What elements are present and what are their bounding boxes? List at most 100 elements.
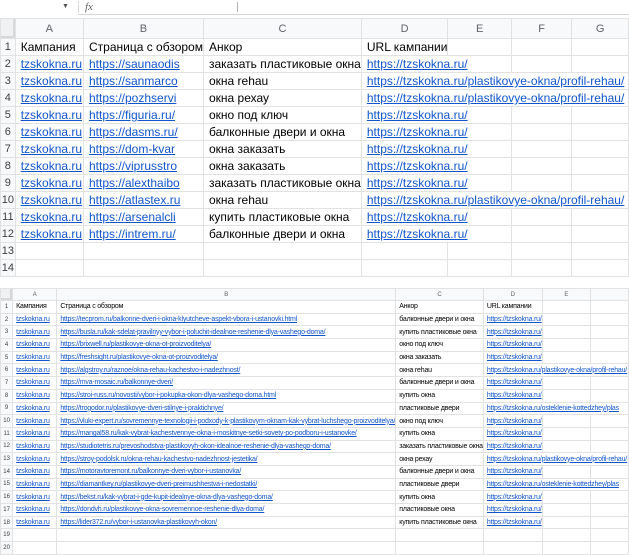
cell-link[interactable]: tzskokna.ru bbox=[21, 210, 82, 224]
cell[interactable]: купить пластиковые окна bbox=[396, 516, 484, 529]
cell-link[interactable]: https://motoravtoremont.ru/balkonnye-dve… bbox=[60, 468, 241, 475]
cell[interactable] bbox=[542, 516, 591, 529]
cell[interactable]: купить пластиковые окна bbox=[396, 326, 484, 339]
cell[interactable]: купить окна bbox=[396, 389, 484, 402]
row-header-5[interactable]: 5 bbox=[1, 351, 13, 364]
cell[interactable]: tzskokna.ru bbox=[13, 389, 57, 402]
column-header-C[interactable]: C bbox=[396, 289, 484, 301]
row-header-7[interactable]: 7 bbox=[1, 141, 16, 158]
cell-link[interactable]: https://intrem.ru/ bbox=[89, 227, 176, 241]
cell[interactable]: Кампания bbox=[15, 39, 83, 56]
cell-link[interactable]: https://busla.ru/kak-sdelat-pravilnyy-vy… bbox=[60, 329, 325, 336]
cell-link[interactable]: tzskokna.ru bbox=[21, 142, 82, 156]
cell-link[interactable]: https://tzskokna.ru/ bbox=[487, 329, 542, 336]
cell-link[interactable]: https://tzskokna.ru/ bbox=[487, 392, 542, 399]
row-header-20[interactable]: 20 bbox=[1, 542, 13, 555]
cell[interactable] bbox=[396, 529, 484, 542]
cell[interactable] bbox=[511, 175, 571, 192]
cell[interactable]: https://dondvh.ru/plastikovye-okna-sovre… bbox=[57, 504, 396, 517]
cell-link[interactable]: tzskokna.ru bbox=[16, 456, 50, 463]
row-header-14[interactable]: 14 bbox=[1, 465, 13, 478]
cell[interactable]: балконные двери и окна bbox=[396, 313, 484, 326]
cell[interactable] bbox=[542, 377, 591, 390]
cell[interactable]: балконные двери и окна bbox=[203, 124, 361, 141]
cell[interactable] bbox=[572, 158, 629, 175]
cell[interactable] bbox=[572, 107, 629, 124]
cell[interactable]: окна заказать bbox=[203, 141, 361, 158]
cell[interactable]: tzskokna.ru bbox=[13, 313, 57, 326]
cell-link[interactable]: tzskokna.ru bbox=[21, 176, 82, 190]
cell-link[interactable]: https://tzskokna.ru/ bbox=[487, 379, 542, 386]
row-header-16[interactable]: 16 bbox=[1, 491, 13, 504]
cell[interactable]: балконные двери и окна bbox=[396, 377, 484, 390]
cell[interactable]: https://tzskokna.ru/ bbox=[483, 313, 542, 326]
cell[interactable] bbox=[542, 504, 591, 517]
cell-link[interactable]: https://mangal58.ru/kak-vybrat-kachestve… bbox=[60, 430, 356, 437]
cell[interactable] bbox=[511, 243, 571, 260]
cell-link[interactable]: tzskokna.ru bbox=[16, 379, 50, 386]
cell[interactable]: tzskokna.ru bbox=[15, 90, 83, 107]
cell-link[interactable]: https://tzskokna.ru/ bbox=[367, 142, 468, 156]
cell[interactable] bbox=[572, 209, 629, 226]
cell[interactable]: https://tzskokna.ru/ bbox=[483, 326, 542, 339]
column-header-partial[interactable] bbox=[591, 289, 629, 301]
cell[interactable]: пластиковые двери bbox=[396, 478, 484, 491]
cell[interactable] bbox=[542, 542, 591, 555]
row-header-10[interactable]: 10 bbox=[1, 192, 16, 209]
row-header-15[interactable]: 15 bbox=[1, 478, 13, 491]
cell[interactable] bbox=[483, 542, 542, 555]
cell[interactable]: https://brixwell.ru/plastikovye-okna-ot-… bbox=[57, 339, 396, 352]
cell[interactable] bbox=[57, 542, 396, 555]
name-box-dropdown-icon[interactable]: ▼ bbox=[62, 1, 69, 13]
cell[interactable]: https://tecprom.ru/balkonne-dveri-i-okna… bbox=[57, 313, 396, 326]
cell-link[interactable]: https://arsenalcli bbox=[89, 210, 176, 224]
cell[interactable]: купить окна bbox=[396, 427, 484, 440]
cell[interactable] bbox=[511, 39, 571, 56]
select-all-corner[interactable] bbox=[1, 289, 13, 301]
row-header-5[interactable]: 5 bbox=[1, 107, 16, 124]
cell-link[interactable]: tzskokna.ru bbox=[21, 159, 82, 173]
cell[interactable] bbox=[511, 209, 571, 226]
cell-link[interactable]: tzskokna.ru bbox=[21, 227, 82, 241]
cell[interactable]: https://tzskokna.ru/plastikovye-okna/pro… bbox=[361, 192, 628, 209]
cell[interactable]: tzskokna.ru bbox=[15, 192, 83, 209]
row-header-1[interactable]: 1 bbox=[1, 39, 16, 56]
cell[interactable] bbox=[448, 39, 512, 56]
cell[interactable]: tzskokna.ru bbox=[13, 415, 57, 428]
cell[interactable]: https://tzskokna.ru/ bbox=[361, 158, 511, 175]
cell[interactable] bbox=[83, 260, 203, 277]
cell-link[interactable]: https://mva-mosaic.ru/balkonnye-dveri/ bbox=[60, 379, 173, 386]
cell-link[interactable]: https://tzskokna.ru/ bbox=[487, 519, 542, 526]
cell-link[interactable]: https://pozhservi bbox=[89, 91, 176, 105]
cell[interactable]: https://stroy-podolsk.ru/okna-rehau-kach… bbox=[57, 453, 396, 466]
cell[interactable]: tzskokna.ru bbox=[13, 504, 57, 517]
cell-link[interactable]: tzskokna.ru bbox=[16, 405, 50, 412]
cell[interactable]: https://tzskokna.ru/ bbox=[483, 427, 542, 440]
cell[interactable]: https://motoravtoremont.ru/balkonnye-dve… bbox=[57, 465, 396, 478]
cell[interactable]: tzskokna.ru bbox=[13, 427, 57, 440]
cell[interactable]: https://atlastex.ru bbox=[83, 192, 203, 209]
cell[interactable]: tzskokna.ru bbox=[13, 326, 57, 339]
cell[interactable]: https://tzskokna.ru/plastikovye-okna/pro… bbox=[483, 453, 628, 466]
cell-link[interactable]: tzskokna.ru bbox=[16, 494, 50, 501]
cell[interactable]: https://algstroy.ru/raznoe/okna-rehau-ka… bbox=[57, 364, 396, 377]
cell-link[interactable]: https://tzskokna.ru/ bbox=[487, 430, 542, 437]
cell-link[interactable]: https://diamantkey.ru/plastikovye-dveri-… bbox=[60, 481, 257, 488]
column-header-E[interactable]: E bbox=[448, 19, 512, 39]
cell[interactable] bbox=[542, 427, 591, 440]
cell[interactable]: https://pozhservi bbox=[83, 90, 203, 107]
cell[interactable]: пластиковые двери bbox=[396, 402, 484, 415]
cell[interactable] bbox=[591, 504, 629, 517]
cell-link[interactable]: https://tzskokna.ru/ bbox=[487, 506, 542, 513]
row-header-11[interactable]: 11 bbox=[1, 427, 13, 440]
cell[interactable]: окно под ключ bbox=[396, 339, 484, 352]
cell[interactable] bbox=[511, 226, 571, 243]
cell-link[interactable]: https://tzskokna.ru/ bbox=[367, 57, 468, 71]
cell[interactable]: https://lider372.ru/vybor-i-ustanovka-pl… bbox=[57, 516, 396, 529]
cell-link[interactable]: https://studiotetris.ru/prevoshodstva-pl… bbox=[60, 443, 331, 450]
cell-link[interactable]: https://tzskokna.ru/plastikovye-okna/pro… bbox=[367, 74, 624, 88]
cell-link[interactable]: https://sanmarco bbox=[89, 74, 178, 88]
cell[interactable]: https://tzskokna.ru/ bbox=[361, 107, 511, 124]
cell[interactable] bbox=[83, 243, 203, 260]
cell[interactable] bbox=[591, 389, 629, 402]
